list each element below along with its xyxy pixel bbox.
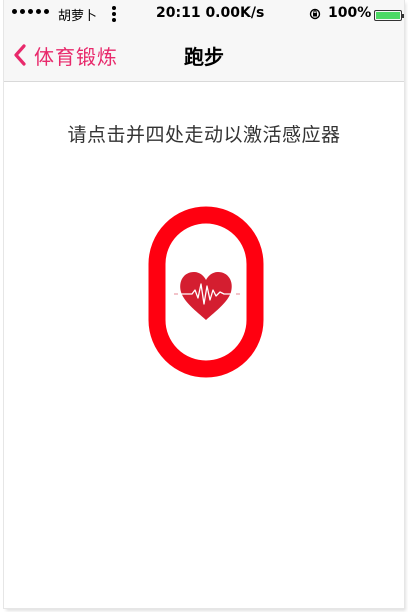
status-time: 20:11 0.00K/s: [156, 5, 265, 21]
battery-percent: 100%: [328, 5, 372, 21]
back-button[interactable]: 体育锻炼: [12, 40, 118, 70]
signal-strength-icon: [12, 9, 49, 14]
battery-fill: [376, 12, 400, 19]
back-button-label: 体育锻炼: [34, 44, 118, 69]
status-bar: 胡萝卜 20:11 0.00K/s 100%: [4, 0, 404, 30]
instruction-text: 请点击并四处走动以激活感应器: [67, 124, 341, 146]
navigation-bar: 体育锻炼 跑步: [4, 30, 404, 82]
phone-screen: 胡萝卜 20:11 0.00K/s 100% 体育锻炼 跑步 请点击并四处走动以…: [4, 0, 404, 608]
battery-icon: [374, 10, 404, 21]
rotation-lock-icon: [309, 8, 321, 20]
chevron-left-icon: [14, 44, 26, 66]
carrier-name: 胡萝卜: [58, 9, 98, 24]
network-activity-icon: [112, 6, 116, 22]
sensor-activate-button[interactable]: [148, 206, 264, 378]
